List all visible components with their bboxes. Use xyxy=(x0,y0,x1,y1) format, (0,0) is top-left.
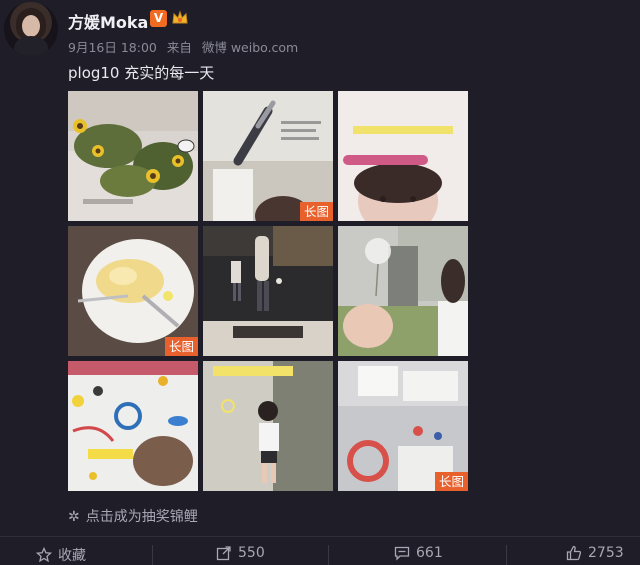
user-name[interactable]: 方媛Moka xyxy=(68,9,148,33)
grid-image-selfie[interactable] xyxy=(338,91,468,221)
grid-image-gifts[interactable]: 长图 xyxy=(338,361,468,491)
post-source[interactable]: 微博 weibo.com xyxy=(202,40,298,55)
child-walking-photo xyxy=(203,361,333,491)
long-image-badge: 长图 xyxy=(299,202,333,221)
thumbs-up-icon xyxy=(566,545,582,561)
repost-count: 550 xyxy=(238,545,265,561)
favorite-button[interactable]: 收藏 xyxy=(36,545,86,565)
selfie-photo xyxy=(338,91,468,221)
repost-icon xyxy=(216,546,231,561)
grid-image-pen[interactable]: 长图 xyxy=(203,91,333,221)
comment-count: 661 xyxy=(416,545,443,561)
grid-image-painting[interactable] xyxy=(68,361,198,491)
verified-badge-icon: V xyxy=(150,10,167,27)
grid-image-omelette[interactable]: 长图 xyxy=(68,226,198,356)
long-image-badge: 长图 xyxy=(164,337,198,356)
avatar-body xyxy=(14,36,48,56)
grid-image-child-walking[interactable] xyxy=(203,361,333,491)
night-walk-photo xyxy=(203,226,333,356)
painting-photo xyxy=(68,361,198,491)
action-divider xyxy=(328,545,329,565)
favorite-label: 收藏 xyxy=(58,548,86,564)
grid-image-sunflowers[interactable] xyxy=(68,91,198,221)
post-text: plog10 充实的每一天 xyxy=(68,64,215,82)
repost-button[interactable]: 550 xyxy=(216,545,265,561)
like-count: 2753 xyxy=(588,545,624,561)
grid-image-dandelion[interactable] xyxy=(338,226,468,356)
lottery-link[interactable]: ✲ 点击成为抽奖锦鲤 xyxy=(68,506,198,526)
lottery-icon: ✲ xyxy=(68,509,80,525)
star-icon xyxy=(36,547,52,563)
action-bar: 收藏 550 661 2753 xyxy=(0,536,640,565)
user-avatar[interactable] xyxy=(4,2,58,56)
action-divider xyxy=(506,545,507,565)
long-image-badge: 长图 xyxy=(434,472,468,491)
comment-icon xyxy=(394,546,410,561)
member-crown-icon xyxy=(172,10,188,24)
avatar-face xyxy=(22,15,40,37)
grid-image-night-walk[interactable] xyxy=(203,226,333,356)
like-button[interactable]: 2753 xyxy=(566,545,624,561)
sunflowers-photo xyxy=(68,91,198,221)
lottery-label: 点击成为抽奖锦鲤 xyxy=(85,509,198,525)
action-divider xyxy=(152,545,153,565)
post-source-prefix: 来自 xyxy=(166,40,192,55)
post-timestamp[interactable]: 9月16日 18:00 xyxy=(68,40,157,55)
post-meta: 9月16日 18:00 来自 微博 weibo.com xyxy=(68,37,304,56)
comment-button[interactable]: 661 xyxy=(394,545,443,561)
dandelion-photo xyxy=(338,226,468,356)
